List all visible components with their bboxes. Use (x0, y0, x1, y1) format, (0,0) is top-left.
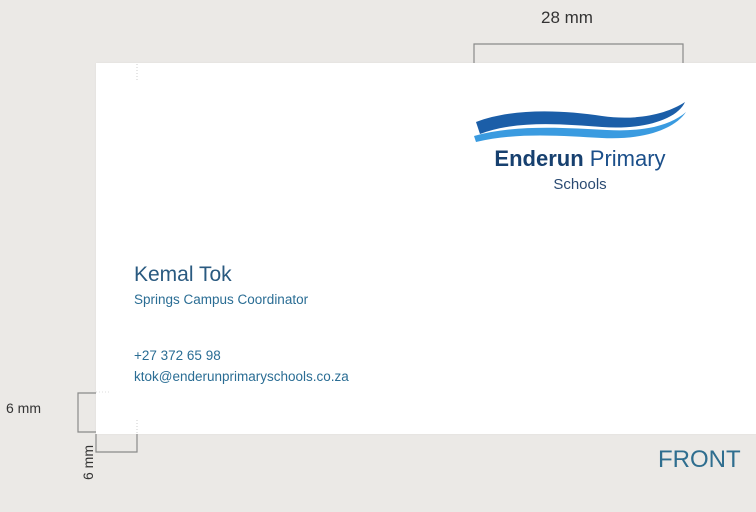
logo-name-bold: Enderun (494, 146, 584, 171)
logo-name-regular: Primary (589, 146, 666, 171)
logo-subtitle: Schools (553, 176, 607, 193)
logo-wordmark: Enderun Primary (472, 146, 688, 172)
side-label: FRONT (658, 446, 741, 473)
top-dimension-label: 28 mm (541, 8, 593, 27)
bottom-dimension-label: 6 mm (80, 445, 96, 480)
dimension-guides (77, 43, 684, 453)
wave-icon (474, 102, 686, 142)
left-dimension-label: 6 mm (6, 400, 41, 416)
contact-phone: +27 372 65 98 (134, 348, 221, 363)
contact-email: ktok@enderunprimaryschools.co.za (134, 369, 349, 384)
contact-title: Springs Campus Coordinator (134, 292, 309, 307)
contact-name: Kemal Tok (134, 263, 232, 286)
